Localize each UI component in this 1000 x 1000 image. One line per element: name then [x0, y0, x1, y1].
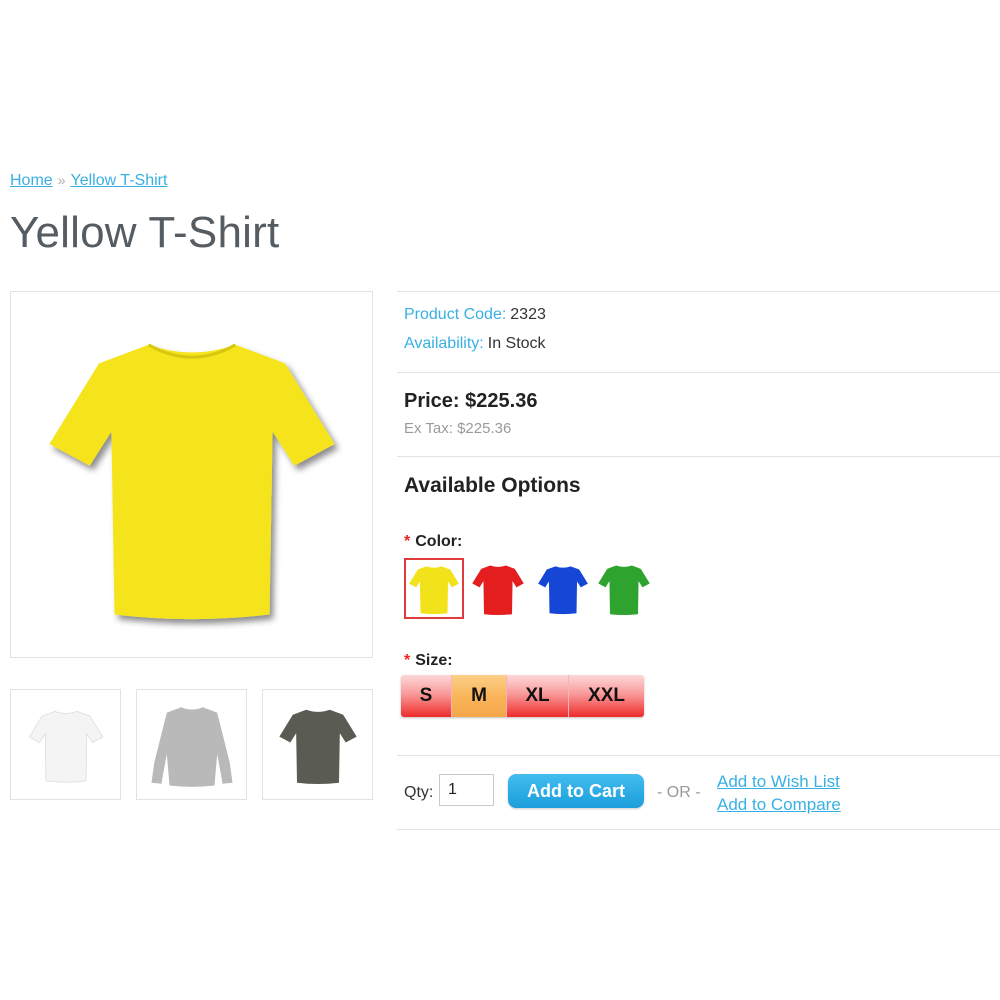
yellow-tshirt-icon — [409, 565, 459, 614]
qty-input[interactable] — [439, 774, 494, 806]
blue-tshirt-icon — [538, 565, 588, 614]
thumb-0-image — [28, 710, 103, 783]
size-button-xxl[interactable]: XXL — [569, 675, 644, 717]
main-product-image[interactable] — [10, 291, 373, 658]
add-to-wish-list-link[interactable]: Add to Wish List — [717, 772, 840, 792]
available-options-heading: Available Options — [404, 474, 581, 497]
divider-cart — [397, 755, 1000, 756]
size-button-s[interactable]: S — [401, 675, 452, 717]
thumb-1-image — [151, 706, 232, 787]
required-marker: * — [404, 652, 411, 669]
qty-label: Qty: — [404, 784, 434, 801]
product-code-value: 2323 — [510, 306, 546, 323]
color-swatch-blue[interactable] — [533, 558, 593, 619]
size-selector: S M XL XXL — [401, 675, 644, 717]
add-to-compare-link[interactable]: Add to Compare — [717, 795, 841, 815]
thumb-2-image — [278, 709, 357, 784]
tshirt-image — [48, 342, 335, 619]
ex-tax-price: Ex Tax: $225.36 — [404, 420, 512, 437]
product-code-row: Product Code: 2323 — [404, 306, 546, 324]
size-button-xl[interactable]: XL — [507, 675, 569, 717]
breadcrumb-separator: » — [57, 172, 66, 188]
color-option-label: * Color: — [404, 533, 462, 551]
color-label-text: Color: — [415, 533, 463, 550]
color-swatch-green[interactable] — [594, 558, 654, 619]
divider-options — [397, 456, 1000, 457]
availability-label: Availability: — [404, 335, 484, 352]
required-marker: * — [404, 533, 411, 550]
divider-top — [397, 291, 1000, 292]
red-tshirt-icon — [472, 564, 524, 615]
availability-row: Availability: In Stock — [404, 335, 546, 353]
price: Price: $225.36 — [404, 390, 538, 412]
thumbnail-gray-longsleeve[interactable] — [136, 689, 247, 800]
add-to-cart-button[interactable]: Add to Cart — [508, 774, 644, 808]
divider-price — [397, 372, 1000, 373]
thumbnail-white-tshirt[interactable] — [10, 689, 121, 800]
or-separator: - OR - — [657, 784, 701, 801]
color-swatch-red[interactable] — [468, 558, 528, 619]
size-option-label: * Size: — [404, 652, 453, 670]
size-label-text: Size: — [415, 652, 453, 669]
breadcrumb: Home» Yellow T-Shirt — [10, 172, 167, 190]
page-title: Yellow T-Shirt — [10, 208, 280, 257]
product-code-label: Product Code: — [404, 306, 507, 323]
availability-value: In Stock — [487, 335, 546, 352]
color-swatch-yellow[interactable] — [404, 558, 464, 619]
green-tshirt-icon — [598, 564, 650, 615]
breadcrumb-current-link[interactable]: Yellow T-Shirt — [70, 172, 167, 189]
divider-bottom — [397, 829, 1000, 830]
size-button-m[interactable]: M — [452, 675, 507, 717]
breadcrumb-home-link[interactable]: Home — [10, 172, 53, 189]
thumbnail-dark-tshirt[interactable] — [262, 689, 373, 800]
